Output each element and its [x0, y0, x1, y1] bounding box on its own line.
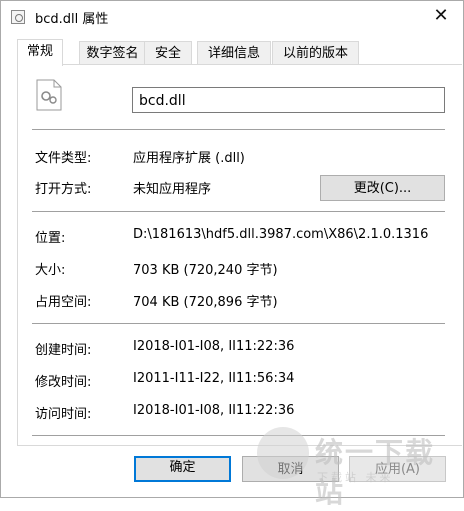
file-type-value: 应用程序扩展 (.dll) — [133, 151, 245, 166]
size-on-disk-label: 占用空间: — [35, 295, 92, 310]
accessed-value: I2018-I01-I08, II11:22:36 — [133, 403, 295, 418]
change-button[interactable]: 更改(C)... — [320, 175, 445, 201]
ok-button[interactable]: 确定 — [134, 456, 231, 482]
size-value: 703 KB (720,240 字节) — [133, 263, 278, 278]
dll-file-icon — [11, 10, 25, 24]
created-label: 创建时间: — [35, 343, 92, 358]
size-on-disk-value: 704 KB (720,896 字节) — [133, 295, 278, 310]
cancel-button[interactable]: 取消 — [242, 456, 339, 482]
open-with-label: 打开方式: — [35, 182, 92, 197]
tab-general[interactable]: 常规 — [17, 39, 63, 66]
dll-file-icon — [36, 79, 62, 111]
title-bar: bcd.dll 属性 ✕ — [1, 1, 463, 31]
apply-button[interactable]: 应用(A) — [349, 456, 446, 482]
tab-previous-versions[interactable]: 以前的版本 — [272, 41, 359, 65]
file-type-label: 文件类型: — [35, 151, 92, 166]
accessed-label: 访问时间: — [35, 407, 92, 422]
divider — [32, 129, 445, 130]
tab-digital-signatures[interactable]: 数字签名 — [79, 41, 146, 65]
divider — [32, 323, 445, 324]
divider — [32, 211, 445, 212]
window-title: bcd.dll 属性 — [35, 12, 109, 27]
location-value: D:\181613\hdf5.dll.3987.com\X86\2.1.0.13… — [133, 227, 429, 242]
size-label: 大小: — [35, 263, 66, 278]
tab-security[interactable]: 安全 — [144, 41, 192, 65]
file-name-field[interactable]: bcd.dll — [132, 87, 445, 113]
divider — [32, 435, 445, 436]
location-label: 位置: — [35, 231, 66, 246]
modified-label: 修改时间: — [35, 375, 92, 390]
created-value: I2018-I01-I08, II11:22:36 — [133, 339, 295, 354]
open-with-value: 未知应用程序 — [133, 182, 212, 197]
properties-dialog: bcd.dll 属性 ✕ 常规 数字签名 安全 详细信息 以前的版本 bcd.d… — [0, 0, 464, 509]
close-button[interactable]: ✕ — [419, 1, 463, 31]
tab-details[interactable]: 详细信息 — [197, 41, 271, 65]
modified-value: I2011-I11-I22, II11:56:34 — [133, 371, 295, 386]
